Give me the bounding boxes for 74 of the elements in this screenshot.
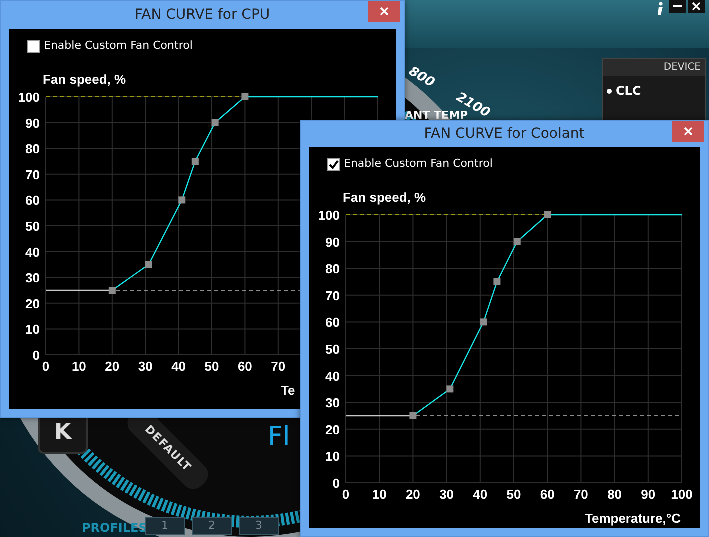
- y-tick-label: 80: [326, 262, 340, 277]
- curve-point: [544, 212, 552, 218]
- x-tick-label: 10: [372, 487, 387, 502]
- y-tick-label: 100: [18, 90, 40, 105]
- close-button[interactable]: [688, 0, 705, 13]
- y-tick-label: 90: [26, 116, 40, 131]
- y-tick-label: 0: [332, 476, 340, 491]
- window-title: FAN CURVE for Coolant: [423, 124, 586, 144]
- curve-point: [410, 412, 417, 420]
- y-tick-label: 20: [326, 422, 340, 438]
- y-tick-label: 10: [326, 449, 340, 464]
- x-tick-label: 30: [440, 487, 454, 502]
- y-tick-label: 30: [26, 270, 40, 286]
- x-tick-label: 90: [641, 487, 656, 502]
- x-tick-label: 30: [138, 359, 153, 374]
- y-axis-title: Fan speed, %: [43, 72, 126, 87]
- curve-point: [446, 386, 454, 393]
- x-tick-label: 100: [671, 487, 693, 502]
- x-tick-label: 40: [172, 359, 186, 374]
- y-tick-label: 60: [326, 315, 340, 330]
- x-tick-label: 0: [42, 359, 50, 374]
- curve-point: [108, 287, 116, 294]
- x-tick-label: 70: [271, 359, 286, 374]
- x-axis-title: Te: [281, 383, 296, 398]
- profile-button[interactable]: 2: [192, 517, 232, 535]
- x-tick-label: 80: [608, 487, 622, 502]
- close-icon: [692, 2, 701, 11]
- x-tick-label: 70: [574, 487, 588, 502]
- x-tick-label: 10: [72, 359, 86, 374]
- panel-title: DEVICE: [603, 59, 705, 76]
- y-tick-label: 30: [326, 396, 340, 411]
- x-tick-label: 0: [342, 487, 350, 502]
- y-tick-label: 40: [326, 368, 340, 384]
- profile-button[interactable]: 1: [145, 517, 185, 535]
- checkbox-label: Enable Custom Fan Control: [44, 38, 193, 54]
- device-item[interactable]: CLC: [603, 76, 705, 106]
- curve-point: [192, 158, 199, 165]
- y-tick-label: 70: [26, 167, 40, 182]
- device-label: CLC: [616, 83, 642, 100]
- y-tick-label: 40: [26, 244, 40, 260]
- y-axis-title: Fan speed, %: [343, 190, 426, 205]
- y-tick-label: 50: [326, 342, 340, 357]
- x-tick-label: 50: [506, 487, 522, 502]
- y-tick-label: 60: [26, 193, 40, 208]
- gauge-label: 800: [405, 63, 438, 93]
- close-icon: [684, 126, 692, 136]
- y-tick-label: 20: [26, 296, 40, 312]
- y-tick-label: 80: [26, 142, 40, 157]
- y-tick-label: 100: [318, 208, 340, 223]
- minimize-button[interactable]: [669, 0, 686, 13]
- minimize-icon: [673, 5, 682, 8]
- x-tick-label: 60: [540, 487, 555, 502]
- x-tick-label: 20: [406, 487, 420, 502]
- y-tick-label: 50: [26, 219, 40, 234]
- x-tick-label: 60: [238, 359, 252, 374]
- profile-button[interactable]: 3: [239, 517, 279, 535]
- checkbox-label: Enable Custom Fan Control: [344, 156, 493, 172]
- curve-point: [242, 94, 249, 100]
- checkbox[interactable]: [27, 40, 40, 53]
- y-tick-label: 90: [326, 234, 340, 250]
- curve-point: [178, 196, 186, 204]
- y-tick-label: 70: [326, 288, 340, 304]
- checkbox[interactable]: [327, 158, 340, 171]
- x-tick-label: 40: [473, 487, 488, 502]
- window-title: FAN CURVE for CPU: [134, 6, 272, 24]
- x-axis-title: Temperature,°C: [585, 511, 681, 526]
- y-tick-label: 10: [26, 322, 40, 338]
- y-tick-label: 0: [32, 348, 40, 363]
- x-tick-label: 50: [204, 359, 220, 374]
- curve-point: [494, 278, 501, 286]
- info-icon[interactable]: [656, 0, 664, 14]
- close-icon: [380, 6, 388, 16]
- fan-label: Fl: [268, 421, 290, 454]
- x-tick-label: 20: [105, 359, 120, 374]
